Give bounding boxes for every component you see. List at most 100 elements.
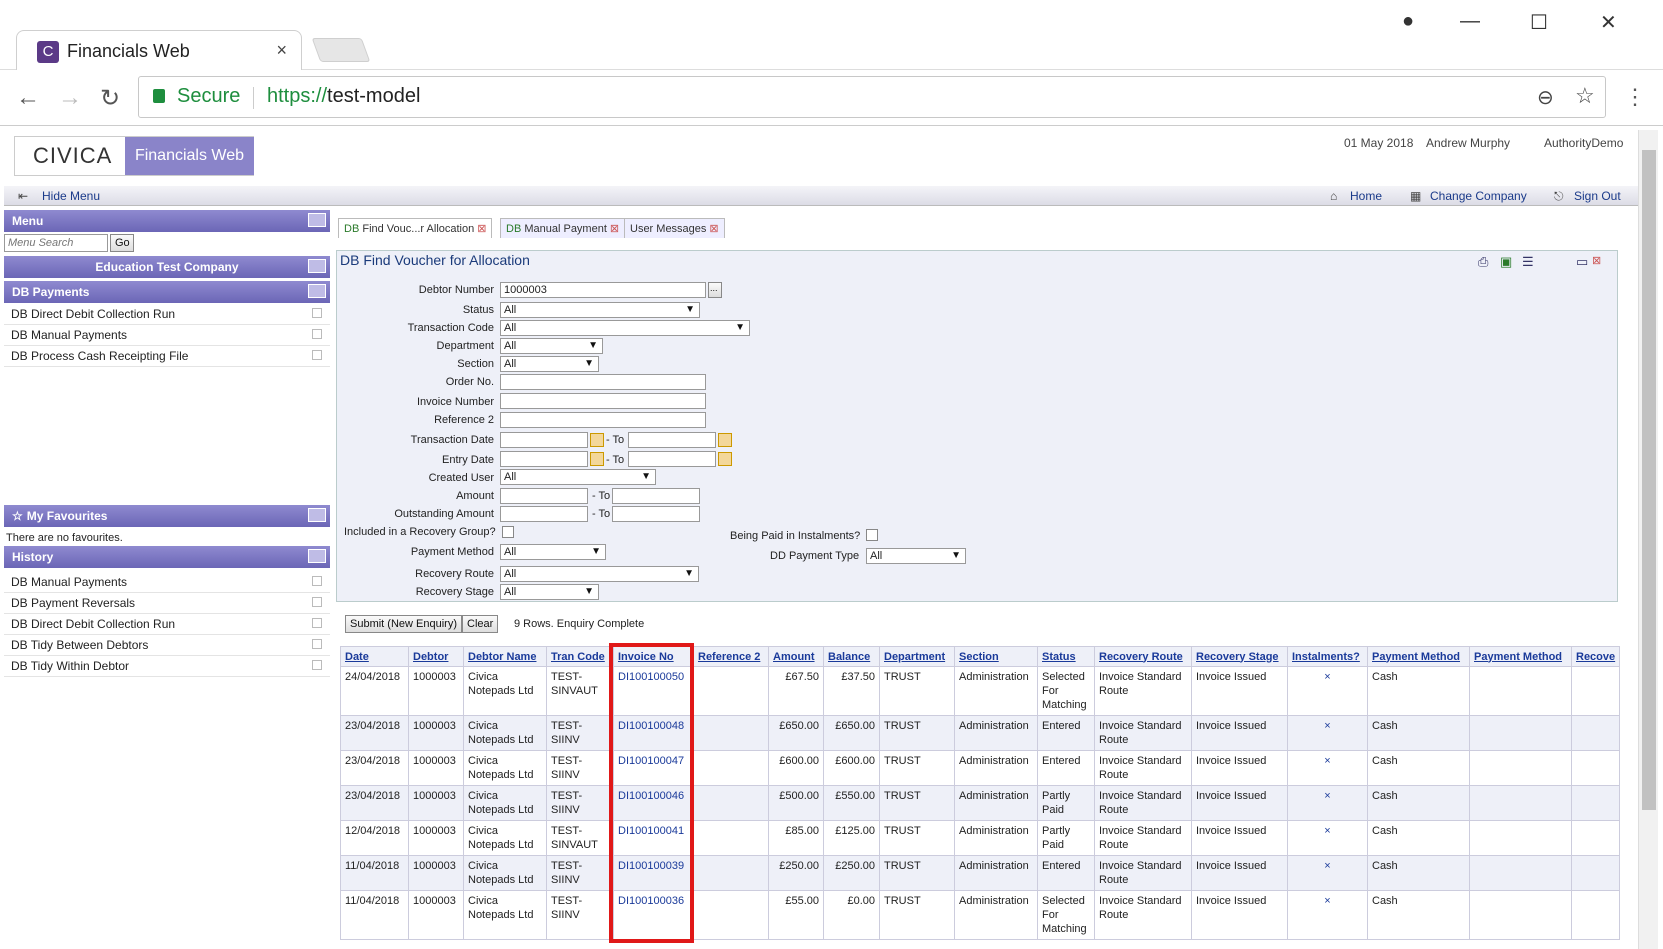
table-row[interactable]: 11/04/2018 1000003 Civica Notepads Ltd TEST… xyxy=(340,855,1621,891)
sidebar-item-cash-receipting[interactable]: DB Process Cash Receipting File xyxy=(4,346,330,367)
column-header[interactable]: Tran Code xyxy=(546,646,614,667)
column-header[interactable]: Instalments? xyxy=(1287,646,1368,667)
back-icon[interactable]: ← xyxy=(16,84,40,112)
open-external-icon[interactable] xyxy=(312,639,322,649)
open-external-icon[interactable] xyxy=(312,308,322,318)
favourites-toggle-icon[interactable] xyxy=(308,508,326,522)
debtor-number-input[interactable]: 1000003 xyxy=(500,282,706,298)
close-window-icon[interactable]: ✕ xyxy=(1600,10,1617,35)
open-external-icon[interactable] xyxy=(312,618,322,628)
entry-date-to-input[interactable] xyxy=(628,451,716,467)
column-header[interactable]: Payment Method xyxy=(1469,646,1572,667)
reload-icon[interactable]: ↻ xyxy=(100,84,120,113)
clear-button[interactable]: Clear xyxy=(462,615,499,633)
outstanding-from-input[interactable] xyxy=(500,506,588,522)
history-item[interactable]: DB Tidy Between Debtors xyxy=(4,635,330,656)
history-item[interactable]: DB Manual Payments xyxy=(4,572,330,593)
instalments-checkbox[interactable] xyxy=(866,529,878,541)
column-header[interactable]: Debtor xyxy=(408,646,464,667)
column-header[interactable]: Date xyxy=(340,646,409,667)
history-item[interactable]: DB Tidy Within Debtor xyxy=(4,656,330,677)
tab-close-icon[interactable]: × xyxy=(276,40,287,61)
calendar-icon[interactable] xyxy=(718,452,732,466)
print-icon[interactable]: ⎙ xyxy=(1478,254,1488,270)
calendar-icon[interactable] xyxy=(718,433,732,447)
company-toggle-icon[interactable] xyxy=(308,259,326,273)
history-item[interactable]: DB Payment Reversals xyxy=(4,593,330,614)
open-external-icon[interactable] xyxy=(312,660,322,670)
transaction-date-from-input[interactable] xyxy=(500,432,588,448)
db-payments-header[interactable]: DB Payments xyxy=(4,281,330,303)
column-header[interactable]: Debtor Name xyxy=(463,646,547,667)
page-scrollbar[interactable] xyxy=(1638,130,1658,949)
column-header[interactable]: Recovery Route xyxy=(1094,646,1192,667)
department-select[interactable]: All xyxy=(500,338,603,354)
menu-search-input[interactable] xyxy=(4,234,108,252)
reference2-input[interactable] xyxy=(500,412,706,428)
tab-close-icon[interactable]: ⊠ xyxy=(610,223,619,235)
calendar-icon[interactable] xyxy=(590,452,604,466)
bookmark-star-icon[interactable]: ☆ xyxy=(1575,83,1595,109)
order-no-input[interactable] xyxy=(500,374,706,390)
sign-out-icon[interactable]: ⎋ xyxy=(1554,189,1564,204)
change-company-link[interactable]: Change Company xyxy=(1430,189,1527,203)
amount-from-input[interactable] xyxy=(500,488,588,504)
column-header[interactable]: Section xyxy=(954,646,1038,667)
dd-payment-type-select[interactable]: All xyxy=(866,548,966,564)
tab-find-voucher[interactable]: DB Find Vouc...r Allocation ⊠ xyxy=(338,218,493,238)
entry-date-from-input[interactable] xyxy=(500,451,588,467)
column-header[interactable]: Status xyxy=(1037,646,1095,667)
change-company-icon[interactable]: ▦ xyxy=(1410,189,1421,203)
account-icon[interactable]: ● xyxy=(1402,10,1414,33)
export-excel-icon[interactable]: ▣ xyxy=(1500,254,1512,270)
sign-out-link[interactable]: Sign Out xyxy=(1574,189,1621,203)
home-link[interactable]: Home xyxy=(1350,189,1382,203)
column-header[interactable]: Reference 2 xyxy=(693,646,769,667)
scrollbar-thumb[interactable] xyxy=(1642,150,1656,810)
browser-tab[interactable]: C Financials Web × xyxy=(16,30,302,72)
hide-menu-link[interactable]: Hide Menu xyxy=(42,189,100,203)
column-header[interactable]: Recove xyxy=(1570,646,1621,667)
home-icon[interactable]: ⌂ xyxy=(1330,189,1337,203)
table-row[interactable]: 24/04/2018 1000003 Civica Notepads Ltd TEST… xyxy=(340,666,1621,716)
transaction-code-select[interactable]: All xyxy=(500,320,750,336)
panel-close-icon[interactable]: ⊠ xyxy=(1592,254,1601,267)
table-row[interactable]: 23/04/2018 1000003 Civica Notepads Ltd TEST… xyxy=(340,715,1621,751)
minimize-icon[interactable]: — xyxy=(1460,10,1480,33)
forward-icon[interactable]: → xyxy=(58,84,82,112)
table-row[interactable]: 12/04/2018 1000003 Civica Notepads Ltd TEST… xyxy=(340,820,1621,856)
tab-user-messages[interactable]: User Messages ⊠ xyxy=(624,218,725,238)
open-external-icon[interactable] xyxy=(312,350,322,360)
db-payments-collapse-icon[interactable] xyxy=(308,284,326,298)
section-select[interactable]: All xyxy=(500,356,599,372)
payment-method-select[interactable]: All xyxy=(500,544,606,560)
tab-close-icon[interactable]: ⊠ xyxy=(477,223,486,235)
address-bar[interactable]: Secure https://test-model ⊖ ☆ xyxy=(138,76,1606,118)
browser-menu-icon[interactable]: ⋮ xyxy=(1624,84,1646,110)
sidebar-item-manual-payments[interactable]: DB Manual Payments xyxy=(4,325,330,346)
column-header[interactable]: Department xyxy=(879,646,955,667)
export-icon[interactable]: ☰ xyxy=(1522,254,1534,270)
sidebar-item-direct-debit[interactable]: DB Direct Debit Collection Run xyxy=(4,304,330,325)
column-header[interactable]: Payment Method xyxy=(1367,646,1470,667)
invoice-number-input[interactable] xyxy=(500,393,706,409)
transaction-date-to-input[interactable] xyxy=(628,432,716,448)
column-header[interactable]: Recovery Stage xyxy=(1191,646,1288,667)
recovery-group-checkbox[interactable] xyxy=(502,526,514,538)
debtor-lookup-button[interactable]: ... xyxy=(708,282,722,298)
new-tab-button[interactable] xyxy=(311,38,371,62)
menu-panel-toggle-icon[interactable] xyxy=(308,213,326,227)
table-row[interactable]: 11/04/2018 1000003 Civica Notepads Ltd TEST… xyxy=(340,890,1621,940)
tab-close-icon[interactable]: ⊠ xyxy=(709,223,718,235)
column-header[interactable]: Amount xyxy=(768,646,824,667)
amount-to-input[interactable] xyxy=(612,488,700,504)
status-select[interactable]: All xyxy=(500,302,700,318)
menu-search-go-button[interactable]: Go xyxy=(110,234,134,252)
table-row[interactable]: 23/04/2018 1000003 Civica Notepads Ltd TEST… xyxy=(340,750,1621,786)
open-external-icon[interactable] xyxy=(312,597,322,607)
hide-menu-icon[interactable]: ⇤ xyxy=(18,189,28,203)
zoom-icon[interactable]: ⊖ xyxy=(1537,85,1554,110)
table-row[interactable]: 23/04/2018 1000003 Civica Notepads Ltd TEST… xyxy=(340,785,1621,821)
calendar-icon[interactable] xyxy=(590,433,604,447)
recovery-stage-select[interactable]: All xyxy=(500,584,599,600)
